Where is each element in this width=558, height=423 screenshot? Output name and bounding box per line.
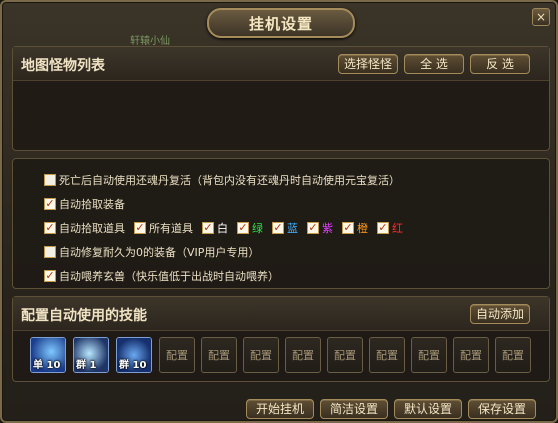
repair-option[interactable]: ✓ 自动修复耐久为0的装备（VIP用户专用） [44,244,259,260]
pickup-items-checkbox[interactable]: ✓ [44,222,56,234]
revive-option[interactable]: ✓ 死亡后自动使用还魂丹复活（背包内没有还魂丹时自动使用元宝复活） [44,172,400,188]
skill-label: 群 1 [76,360,97,371]
skill-slot-empty[interactable]: 配置 [369,337,405,373]
skill-slot-empty[interactable]: 配置 [327,337,363,373]
revive-label: 死亡后自动使用还魂丹复活（背包内没有还魂丹时自动使用元宝复活） [59,174,400,187]
pickup-items-label: 自动拾取道具 [59,222,125,235]
filter-green[interactable]: ✓ 绿 [237,220,263,236]
filter-blue[interactable]: ✓ 蓝 [272,220,298,236]
save-settings-button[interactable]: 保存设置 [468,399,536,419]
select-monster-button[interactable]: 选择怪怪 [338,54,398,74]
filter-label: 红 [392,222,403,235]
simple-settings-button[interactable]: 简洁设置 [320,399,388,419]
skill-slot-empty[interactable]: 配置 [411,337,447,373]
filter-checkbox[interactable]: ✓ [237,222,249,234]
filter-purple[interactable]: ✓ 紫 [307,220,333,236]
map-monster-header: 地图怪物列表 [13,47,549,81]
skill-slot-empty[interactable]: 配置 [159,337,195,373]
skill-slot-empty[interactable]: 配置 [495,337,531,373]
skills-title: 配置自动使用的技能 [21,308,147,324]
filter-label: 蓝 [287,222,298,235]
skill-slot-empty[interactable]: 配置 [201,337,237,373]
filter-orange[interactable]: ✓ 橙 [342,220,368,236]
storm-skill-icon[interactable]: 群 1 [73,337,109,373]
revive-checkbox[interactable]: ✓ [44,174,56,186]
feed-pet-checkbox[interactable]: ✓ [44,270,56,282]
filter-label: 橙 [357,222,368,235]
default-settings-button[interactable]: 默认设置 [394,399,462,419]
feed-pet-option[interactable]: ✓ 自动喂养玄兽（快乐值低于出战时自动喂养） [44,268,279,284]
filter-label: 绿 [252,222,263,235]
skill-slot-empty[interactable]: 配置 [285,337,321,373]
repair-checkbox[interactable]: ✓ [44,246,56,258]
auto-battle-settings-window: 轩辕小仙 挂机设置 × 地图怪物列表 选择怪怪 全 选 反 选 ✓ 死亡后自动使… [0,0,558,423]
filter-checkbox[interactable]: ✓ [342,222,354,234]
pickup-equip-option[interactable]: ✓ 自动拾取装备 [44,196,125,212]
filter-label: 白 [217,222,228,235]
start-auto-battle-button[interactable]: 开始挂机 [246,399,314,419]
skill-label: 群 10 [119,360,147,371]
filter-red[interactable]: ✓ 红 [377,220,403,236]
filter-white[interactable]: ✓ 白 [202,220,228,236]
background-caption: 轩辕小仙 [130,36,170,47]
filter-checkbox[interactable]: ✓ [202,222,214,234]
filter-checkbox[interactable]: ✓ [272,222,284,234]
skill-slot-empty[interactable]: 配置 [453,337,489,373]
filter-all-items[interactable]: ✓ 所有道具 [134,220,193,236]
filter-checkbox[interactable]: ✓ [307,222,319,234]
repair-label: 自动修复耐久为0的装备（VIP用户专用） [59,246,260,259]
skill-label: 单 10 [33,360,61,371]
map-monster-title: 地图怪物列表 [21,58,105,74]
invert-selection-button[interactable]: 反 选 [470,54,530,74]
window-title: 挂机设置 [207,8,355,38]
lightning-skill-icon[interactable]: 单 10 [30,337,66,373]
select-all-button[interactable]: 全 选 [404,54,464,74]
filter-checkbox[interactable]: ✓ [377,222,389,234]
filter-label: 紫 [322,222,333,235]
pickup-equip-checkbox[interactable]: ✓ [44,198,56,210]
feed-pet-label: 自动喂养玄兽（快乐值低于出战时自动喂养） [59,270,279,283]
pickup-equip-label: 自动拾取装备 [59,198,125,211]
skill-slot-empty[interactable]: 配置 [243,337,279,373]
close-button[interactable]: × [532,8,550,26]
frost-skill-icon[interactable]: 群 10 [116,337,152,373]
filter-label: 所有道具 [149,222,193,235]
skills-header: 配置自动使用的技能 [13,297,549,331]
filter-checkbox[interactable]: ✓ [134,222,146,234]
auto-add-button[interactable]: 自动添加 [470,304,530,324]
pickup-items-option[interactable]: ✓ 自动拾取道具 ✓ 所有道具 ✓ 白 ✓ 绿 ✓ 蓝 ✓ 紫 ✓ 橙 ✓ 红 [44,220,412,236]
